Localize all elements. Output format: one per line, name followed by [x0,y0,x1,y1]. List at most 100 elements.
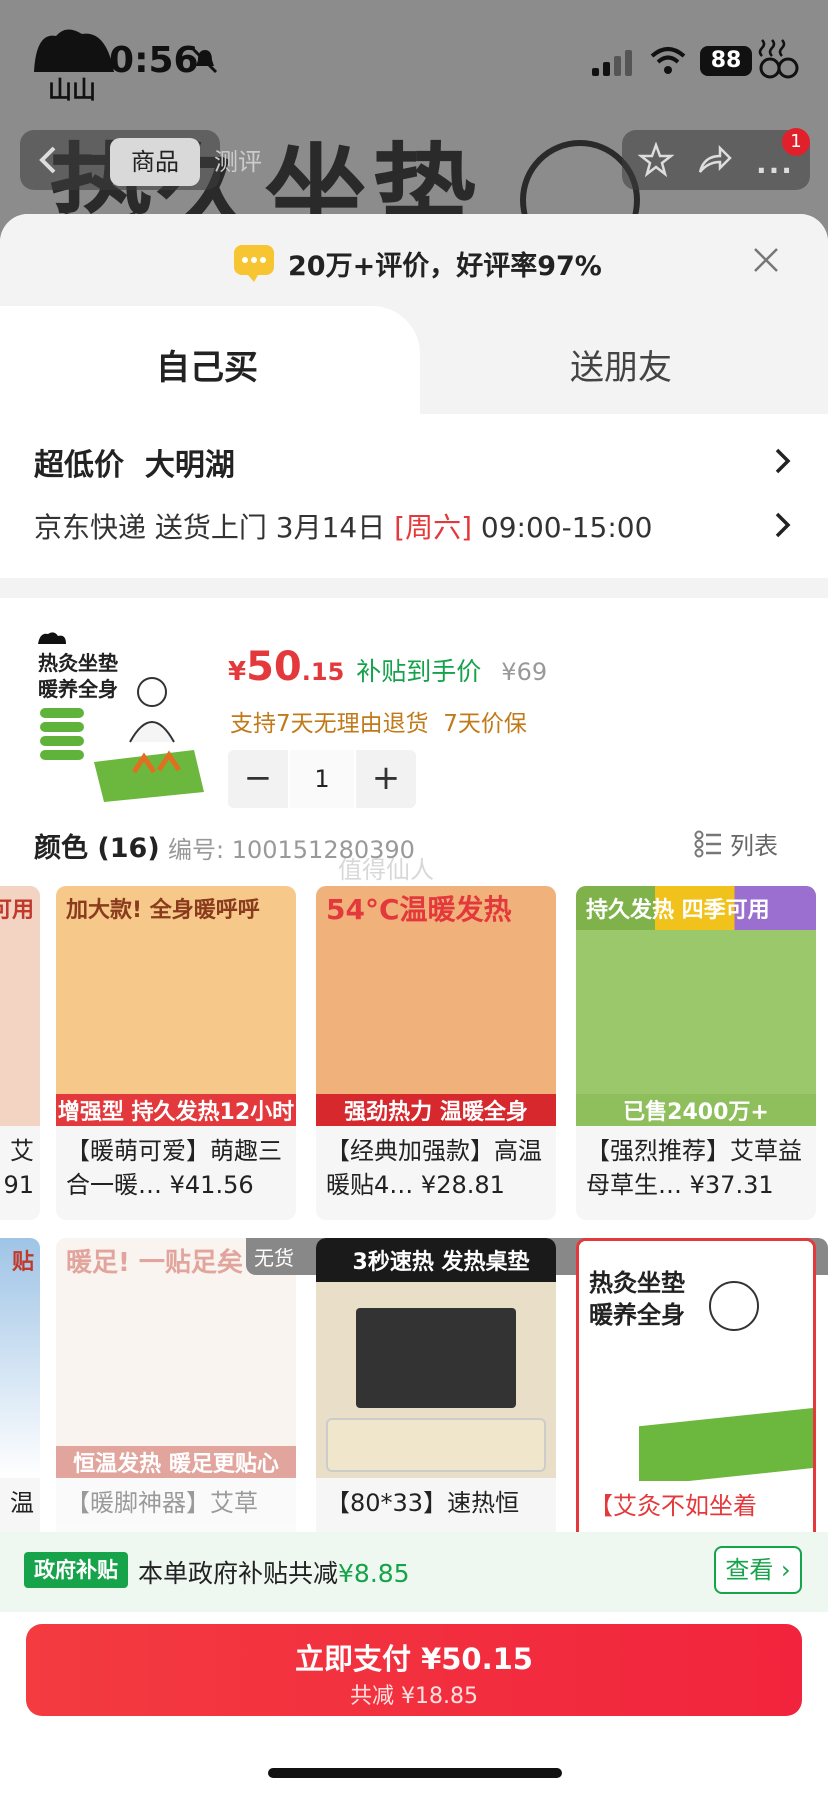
close-icon[interactable] [752,246,780,274]
delivery-text: 京东快递 送货上门 3月14日 [34,511,395,544]
variant-image-caption: 贴 [11,1250,34,1275]
tab-product[interactable]: 商品 [110,138,200,186]
home-indicator[interactable] [268,1768,562,1778]
color-section-title: 颜色 (16) [34,833,160,864]
tab-gift-friend[interactable]: 送朋友 [414,340,828,389]
variant-image: 可用 [0,886,40,1126]
variant-image: 3秒速热 发热桌垫 [316,1238,556,1478]
decrease-button[interactable]: − [228,750,288,808]
purchase-sheet: 20万+评价，好评率97% 自己买 送朋友 超低价 大明湖 京东快递 送货上门 … [0,214,828,1796]
meditation-figure [709,1281,759,1331]
product-thumbnail[interactable]: 热灸坐垫 暖养全身 [34,632,204,802]
variant-title: 【艾灸不如坐着 [589,1492,757,1520]
status-bar: 20:56 88 [0,0,828,110]
battery-indicator: 88 [700,46,752,76]
favorite-star-icon[interactable] [638,142,674,178]
variant-card[interactable]: 3秒速热 发热桌垫 【80*33】速热恒 [316,1238,556,1572]
variant-image-caption: 持久发热 四季可用 [576,886,816,930]
variant-card[interactable]: 54°C温暖发热 强劲热力 温暖全身 【经典加强款】高温暖贴4… ¥28.81 [316,886,556,1220]
back-icon[interactable] [34,144,64,176]
variant-card[interactable]: 加大款! 全身暖呼呼 增强型 持久发热12小时 【暖萌可爱】萌趣三合一暖… ¥4… [56,886,296,1220]
gov-subsidy-amount: ¥8.85 [338,1559,410,1588]
variant-title: 【暖脚神器】艾草 [66,1489,258,1517]
hot-pad-icon [758,39,799,79]
bell-muted-icon [192,48,218,74]
wifi-icon [650,47,686,74]
review-summary: 20万+评价，好评率97% [232,240,602,286]
view-subsidy-button[interactable]: 查看 › [714,1546,802,1594]
gov-subsidy-badge: 政府补贴 [24,1552,128,1588]
quantity-stepper: − 1 + [228,750,416,808]
variant-title: 【强烈推荐】艾草益母草生… ¥37.31 [586,1134,810,1202]
variant-image-banner: 强劲热力 温暖全身 [316,1094,556,1126]
price-integer: 50 [246,644,302,690]
variant-card-partial[interactable]: 可用 艾 91 [0,886,40,1220]
pay-discount-label: 共减 ¥18.85 [350,1684,478,1709]
price-location-row[interactable]: 超低价 大明湖 [34,440,235,484]
variant-image-caption: 加大款! 全身暖呼呼 [66,898,260,923]
thumb-line1: 热灸坐垫 [38,651,118,675]
cushion-illustration [639,1407,813,1481]
more-icon[interactable]: ··· [756,154,794,187]
variant-image-caption: 可用 [0,898,34,923]
variant-price: ¥28.81 [420,1171,505,1199]
government-subsidy-bar: 政府补贴 本单政府补贴共减¥8.85 查看 › [0,1532,828,1612]
chevron-right-icon[interactable] [772,510,794,540]
delivery-row[interactable]: 京东快递 送货上门 3月14日 [周六] 09:00-15:00 [34,506,652,546]
partial-text-2: 91 [3,1171,34,1199]
variant-card-selected[interactable]: 热灸坐垫 暖养全身 【艾灸不如坐着 [576,1238,816,1572]
watermark: 值得仙人 [338,856,434,884]
variant-image-caption: 3秒速热 发热桌垫 [316,1238,556,1282]
pay-now-label: 立即支付 ¥50.15 [294,1642,533,1676]
delivery-day: [周六] [394,511,473,544]
variant-image: 加大款! 全身暖呼呼 增强型 持久发热12小时 [56,886,296,1126]
variant-title: 艾 91 [0,1134,34,1202]
variant-image: 热灸坐垫 暖养全身 [579,1241,813,1481]
increase-button[interactable]: + [356,750,416,808]
variant-card-out-of-stock[interactable]: 暖足! 一贴足矣 恒温发热 暖足更贴心 【暖脚神器】艾草 [56,1238,296,1572]
chat-bubble-icon [234,245,274,282]
gov-subsidy-text: 本单政府补贴共减¥8.85 [138,1554,410,1590]
variant-title: 【经典加强款】高温暖贴4… ¥28.81 [326,1134,550,1202]
chevron-right-icon[interactable] [772,446,794,476]
price-symbol: ¥ [228,657,247,687]
view-button-label: 查看 [725,1556,774,1584]
variant-image-caption: 54°C温暖发热 [326,893,512,926]
subsidy-price-label: 补贴到手价 [356,657,482,686]
share-icon[interactable] [696,144,732,176]
original-price: ¥69 [501,658,548,686]
notification-badge: 1 [782,128,810,156]
variant-title: 温 [10,1489,34,1517]
list-icon [694,830,721,857]
partial-text-1: 艾 [10,1137,34,1165]
variant-title: 【80*33】速热恒 [326,1489,520,1517]
list-label: 列表 [730,832,778,860]
gov-subsidy-desc: 本单政府补贴共减 [138,1559,339,1588]
monitor-illustration [356,1308,516,1408]
variant-price: ¥37.31 [689,1171,774,1199]
return-policy: 支持7天无理由退货 7天价保 [230,711,527,737]
variant-price: ¥41.56 [169,1171,254,1199]
signal-icon [592,50,632,76]
quantity-value[interactable]: 1 [288,750,356,808]
price-row: ¥ 50 .15 补贴到手价 ¥69 [228,644,547,690]
desk-pad-illustration [326,1418,546,1472]
tab-buy-self[interactable]: 自己买 [0,340,414,389]
variant-title: 【暖萌可爱】萌趣三合一暖… ¥41.56 [66,1134,290,1202]
pay-now-button[interactable]: 立即支付 ¥50.15 共减 ¥18.85 [26,1624,802,1716]
variant-card-partial[interactable]: 贴 温 [0,1238,40,1572]
variant-image: 贴 [0,1238,40,1478]
section-divider [0,578,828,598]
delivery-time: 09:00-15:00 [472,511,653,544]
variant-image: 持久发热 四季可用 已售2400万+ [576,886,816,1126]
variant-image-caption: 热灸坐垫 暖养全身 [589,1269,685,1329]
review-text: 20万+评价，好评率97% [288,250,602,282]
variant-card[interactable]: 持久发热 四季可用 已售2400万+ 【强烈推荐】艾草益母草生… ¥37.31 [576,886,816,1220]
price-decimal: .15 [301,658,345,686]
variant-image-banner: 已售2400万+ [576,1094,816,1126]
variant-image: 54°C温暖发热 强劲热力 温暖全身 [316,886,556,1126]
tab-review[interactable]: 测评 [214,138,262,186]
thumb-line2: 暖养全身 [38,677,118,701]
status-time: 20:56 [84,40,199,81]
list-view-toggle[interactable]: 列表 [694,826,778,861]
